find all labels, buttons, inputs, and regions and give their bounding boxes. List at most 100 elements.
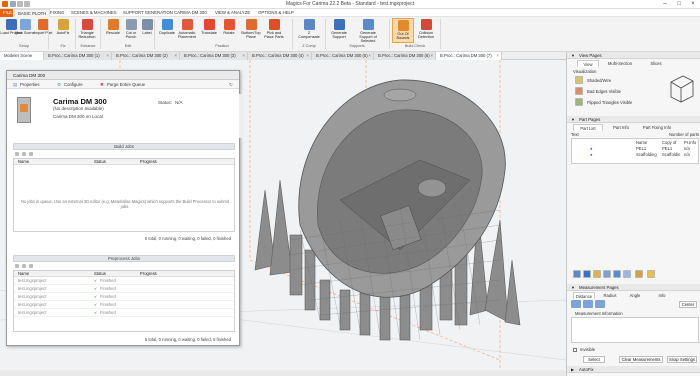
part-tool-icon[interactable] [635, 270, 643, 278]
purge-queue-button[interactable]: Purge Entire Queue [107, 81, 145, 88]
autofix-header[interactable]: ▶ AutoFix [567, 366, 700, 373]
close-tab-icon[interactable]: × [107, 52, 109, 60]
doc-tab-bp7[interactable]: B.Proc.: Carima DM 300 (7) × [436, 52, 502, 60]
tab-view[interactable]: View [577, 60, 599, 67]
part-tool-icon[interactable] [647, 270, 655, 278]
close-tab-icon[interactable]: × [175, 52, 177, 60]
collapse-icon[interactable]: ▼ [571, 52, 575, 59]
tab-slices[interactable]: Slices [645, 60, 667, 67]
part-tool-icon[interactable] [623, 270, 631, 278]
automatic-placement-button[interactable]: Automatic Placement [176, 18, 198, 43]
table-row[interactable]: test.mgxproject ✔ Finished [14, 277, 234, 285]
tab-info[interactable]: Info [655, 292, 669, 299]
visibility-icon[interactable]: ● [590, 152, 593, 157]
delete-icon[interactable] [29, 152, 33, 156]
rotate-button[interactable]: Rotate [218, 18, 240, 43]
tab-scenes-machines[interactable]: SCENES & MACHINES [68, 9, 120, 17]
tab-part-info[interactable]: Part Info [607, 124, 635, 131]
collision-detection-button[interactable]: Collision Detection [415, 18, 437, 43]
doc-tab-bp5[interactable]: B.Proc.: Carima DM 300 (5) × [312, 52, 374, 60]
stop-icon[interactable] [22, 152, 26, 156]
shaded-wire-icon[interactable] [575, 76, 583, 84]
tab-carima[interactable]: CARIMA DM 300 [171, 9, 210, 17]
measure-tool-icon[interactable] [571, 300, 581, 308]
doc-tab-bp3[interactable]: B.Proc.: Carima DM 300 (3) × [180, 52, 248, 60]
tab-view-analyze[interactable]: VIEW & ANALYZE [212, 9, 253, 17]
table-row[interactable]: test.mgxproject ✔ Finished [14, 301, 234, 309]
configure-button[interactable]: Configure [64, 81, 83, 88]
doc-tab-bp6[interactable]: B.Proc.: Carima DM 300 (6) × [374, 52, 436, 60]
tab-part-list[interactable]: Part List [573, 124, 603, 131]
close-tab-icon[interactable]: × [431, 52, 433, 60]
import-part-button[interactable]: Import Part [32, 18, 54, 43]
check-icon: ✔ [94, 294, 98, 299]
bad-edges-icon[interactable] [575, 87, 583, 95]
close-tab-icon[interactable]: × [497, 52, 499, 60]
doc-tab-bp4[interactable]: B.Proc.: Carima DM 300 (4) × [248, 52, 312, 60]
table-row[interactable]: test.mgxproject ✔ Finished [14, 293, 234, 301]
triangle-reduction-button[interactable]: Triangle Reduction [76, 18, 98, 43]
tab-angle[interactable]: Angle [627, 292, 643, 299]
close-tab-icon[interactable]: × [369, 52, 371, 60]
tab-file[interactable]: FILE [0, 9, 13, 17]
bottom-top-plane-button[interactable]: Bottom/Top Plane [240, 18, 262, 43]
status-bar [0, 370, 566, 376]
part-tool-icon[interactable] [593, 270, 601, 278]
doc-tab-modeler[interactable]: Modeler Scene [0, 52, 44, 60]
z-compensate-button[interactable]: Z Compensate [298, 18, 320, 43]
collapse-icon[interactable]: ▼ [571, 116, 575, 123]
properties-button[interactable]: Properties [20, 81, 40, 88]
tab-support-generation[interactable]: SUPPORT GENERATION [120, 9, 176, 17]
table-row[interactable]: test.mgxproject ✔ Finished [14, 285, 234, 293]
tab-part-fixing-info[interactable]: Part Fixing Info [637, 124, 677, 131]
doc-tab-bp2[interactable]: B.Proc.: Carima DM 300 (2) × [112, 52, 180, 60]
collapse-icon[interactable]: ▼ [571, 284, 575, 291]
part-tool-icon[interactable] [603, 270, 611, 278]
table-row[interactable]: test.mgxproject ✔ Finished [14, 309, 234, 317]
measure-tool-icon[interactable] [595, 300, 605, 308]
play-icon[interactable] [15, 152, 19, 156]
minimize-icon[interactable]: – [658, 0, 672, 9]
table-row[interactable]: ● Scaffolding Scaffoldin n/a [572, 152, 698, 158]
pick-place-button[interactable]: Pick and Place Parts [263, 18, 285, 43]
part-tool-icon[interactable] [583, 270, 591, 278]
stop-icon[interactable] [22, 264, 26, 268]
clear-measurements-button[interactable]: Clear Measurements [619, 356, 663, 363]
delete-icon[interactable] [29, 264, 33, 268]
invisible-checkbox[interactable] [573, 348, 577, 352]
generate-support-button[interactable]: Generate Support [328, 18, 350, 43]
tab-radius[interactable]: Radius [601, 292, 619, 299]
cube-icon[interactable] [665, 72, 697, 104]
snap-settings-button[interactable]: Snap Settings [667, 356, 697, 363]
refresh-icon[interactable]: ↻ [229, 81, 233, 88]
tab-fixing[interactable]: FIXING [47, 9, 67, 17]
generate-support-selected-button[interactable]: Generate Support of Selected [353, 18, 383, 43]
autofix-button[interactable]: AutoFix [52, 18, 74, 43]
doc-tab-bp1[interactable]: B.Proc.: Carima DM 300 (1) × [44, 52, 112, 60]
expand-icon[interactable]: ▶ [571, 366, 574, 373]
view-pages-header[interactable]: ▼ View Pages [567, 52, 700, 59]
close-icon[interactable]: × [686, 0, 700, 9]
out-of-bounds-button[interactable]: Out Of Bounds [392, 18, 414, 43]
tab-options-help[interactable]: OPTIONS & HELP [255, 9, 297, 17]
select-button[interactable]: Select [583, 356, 605, 363]
measurement-pages-header[interactable]: ▼ Measurement Pages [567, 284, 700, 291]
close-tab-icon[interactable]: × [307, 52, 309, 60]
translate-button[interactable]: Translate [198, 18, 220, 43]
scrollbar[interactable] [239, 94, 243, 138]
tab-multi-section[interactable]: Multi-Section [603, 60, 637, 67]
maximize-icon[interactable]: □ [672, 0, 686, 9]
flipped-triangles-icon[interactable] [575, 98, 583, 106]
center-button[interactable]: Center [679, 301, 697, 308]
part-pages-header[interactable]: ▼ Part Pages [567, 116, 700, 123]
measure-tool-icon[interactable] [583, 300, 593, 308]
tab-distance[interactable]: Distance [573, 292, 595, 299]
tab-basic[interactable]: BASIC PLOTH [14, 9, 51, 17]
duplicate-button[interactable]: Duplicate [156, 18, 178, 43]
part-tool-icon[interactable] [613, 270, 621, 278]
close-tab-icon[interactable]: × [243, 52, 245, 60]
part-tool-icon[interactable] [573, 270, 581, 278]
group-enhance: Enhance [80, 44, 96, 48]
visibility-icon[interactable]: ● [590, 146, 593, 151]
play-icon[interactable] [15, 264, 19, 268]
